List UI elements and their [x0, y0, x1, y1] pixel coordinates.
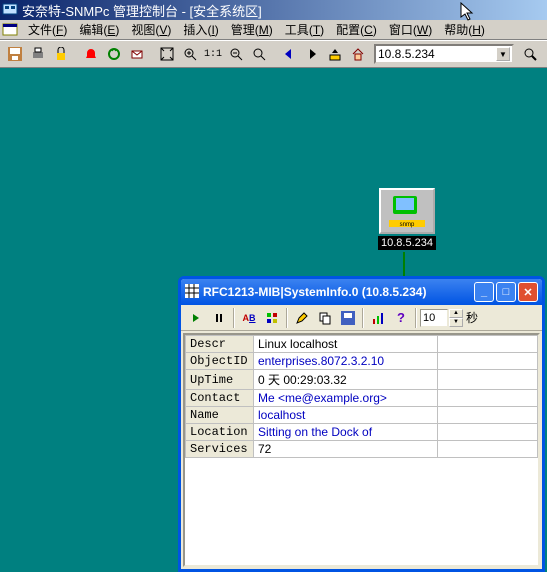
- row-name: UpTime: [186, 370, 254, 390]
- table-row[interactable]: LocationSitting on the Dock of: [186, 424, 538, 441]
- titlebar: 安奈特-SNMPc 管理控制台 - [安全系统区]: [0, 0, 547, 20]
- address-text: 10.8.5.234: [378, 47, 435, 61]
- menu-help[interactable]: 帮助(H): [438, 19, 491, 40]
- up-button[interactable]: [324, 43, 346, 65]
- edit-button[interactable]: [291, 307, 313, 329]
- svg-text:snmp: snmp: [400, 222, 415, 228]
- row-value[interactable]: localhost: [254, 407, 438, 424]
- zoom-region-button[interactable]: [248, 43, 270, 65]
- row-value[interactable]: Me <me@example.org>: [254, 390, 438, 407]
- menu-config[interactable]: 配置(C): [330, 19, 383, 40]
- row-extra: [438, 353, 538, 370]
- table-row[interactable]: DescrLinux localhost: [186, 336, 538, 353]
- toolbar: 1:1 10.8.5.234 ▼: [0, 40, 547, 68]
- row-extra: [438, 336, 538, 353]
- row-extra: [438, 424, 538, 441]
- row-value[interactable]: 0 天 00:29:03.32: [254, 370, 438, 390]
- table-row[interactable]: UpTime0 天 00:29:03.32: [186, 370, 538, 390]
- table-row[interactable]: Services72: [186, 441, 538, 458]
- table-row[interactable]: ObjectIDenterprises.8072.3.2.10: [186, 353, 538, 370]
- menu-insert[interactable]: 插入(I): [177, 19, 224, 40]
- row-value[interactable]: Linux localhost: [254, 336, 438, 353]
- forward-button[interactable]: [301, 43, 323, 65]
- interval-spinner[interactable]: ▲▼: [449, 309, 463, 327]
- row-extra: [438, 370, 538, 390]
- window-title: 安奈特-SNMPc 管理控制台 - [安全系统区]: [22, 1, 545, 20]
- node-label: 10.8.5.234: [378, 236, 436, 250]
- maximize-button[interactable]: □: [496, 282, 516, 302]
- menubar: 文件(F) 编辑(E) 视图(V) 插入(I) 管理(M) 工具(T) 配置(C…: [0, 20, 547, 40]
- alarm-button[interactable]: [80, 43, 102, 65]
- zoom-11-button[interactable]: 1:1: [202, 43, 224, 65]
- system-menu-icon[interactable]: [2, 22, 18, 38]
- table-row[interactable]: ContactMe <me@example.org>: [186, 390, 538, 407]
- close-button[interactable]: ✕: [518, 282, 538, 302]
- row-extra: [438, 407, 538, 424]
- node-icon: snmp: [379, 188, 435, 234]
- row-value[interactable]: Sitting on the Dock of: [254, 424, 438, 441]
- menu-tools[interactable]: 工具(T): [279, 19, 330, 40]
- child-titlebar[interactable]: RFC1213-MIB|SystemInfo.0 (10.8.5.234) _ …: [181, 279, 542, 305]
- menu-window[interactable]: 窗口(W): [383, 19, 438, 40]
- view-toggle-button[interactable]: [261, 307, 283, 329]
- back-button[interactable]: [278, 43, 300, 65]
- map-canvas[interactable]: snmp 10.8.5.234 RFC1213-MIB|SystemInfo.0…: [0, 68, 547, 508]
- row-name: Descr: [186, 336, 254, 353]
- row-name: ObjectID: [186, 353, 254, 370]
- map-node[interactable]: snmp 10.8.5.234: [378, 188, 436, 250]
- menu-file[interactable]: 文件(F): [22, 19, 73, 40]
- child-title: RFC1213-MIB|SystemInfo.0 (10.8.5.234): [203, 285, 472, 299]
- restart-button[interactable]: [185, 307, 207, 329]
- menu-view[interactable]: 视图(V): [125, 19, 177, 40]
- row-name: Location: [186, 424, 254, 441]
- systeminfo-window: RFC1213-MIB|SystemInfo.0 (10.8.5.234) _ …: [178, 276, 545, 572]
- home-button[interactable]: [347, 43, 369, 65]
- row-name: Name: [186, 407, 254, 424]
- row-extra: [438, 441, 538, 458]
- table-row[interactable]: Namelocalhost: [186, 407, 538, 424]
- child-toolbar: AB ? 10 ▲▼ 秒: [181, 305, 542, 331]
- poll-button[interactable]: [103, 43, 125, 65]
- row-extra: [438, 390, 538, 407]
- interval-input[interactable]: 10: [420, 309, 448, 327]
- trap-button[interactable]: [126, 43, 148, 65]
- app-icon: [2, 1, 18, 20]
- go-button[interactable]: [519, 43, 541, 65]
- lock-button[interactable]: [50, 43, 72, 65]
- grid-icon: [185, 284, 199, 301]
- menu-edit[interactable]: 编辑(E): [73, 19, 125, 40]
- zoom-out-button[interactable]: [225, 43, 247, 65]
- mib-grid[interactable]: DescrLinux localhostObjectIDenterprises.…: [183, 333, 540, 567]
- font-ab-button[interactable]: AB: [238, 307, 260, 329]
- save-button[interactable]: [4, 43, 26, 65]
- copy-button[interactable]: [314, 307, 336, 329]
- chevron-down-icon[interactable]: ▼: [496, 47, 510, 61]
- print-button[interactable]: [27, 43, 49, 65]
- address-combo[interactable]: 10.8.5.234 ▼: [374, 44, 514, 64]
- zoom-in-button[interactable]: [179, 43, 201, 65]
- save-button[interactable]: [337, 307, 359, 329]
- chart-button[interactable]: [367, 307, 389, 329]
- pause-button[interactable]: [208, 307, 230, 329]
- interval-unit: 秒: [466, 309, 478, 326]
- zoom-fit-button[interactable]: [156, 43, 178, 65]
- menu-manage[interactable]: 管理(M): [225, 19, 279, 40]
- minimize-button[interactable]: _: [474, 282, 494, 302]
- row-value[interactable]: 72: [254, 441, 438, 458]
- row-name: Contact: [186, 390, 254, 407]
- help-button[interactable]: ?: [390, 307, 412, 329]
- row-name: Services: [186, 441, 254, 458]
- row-value[interactable]: enterprises.8072.3.2.10: [254, 353, 438, 370]
